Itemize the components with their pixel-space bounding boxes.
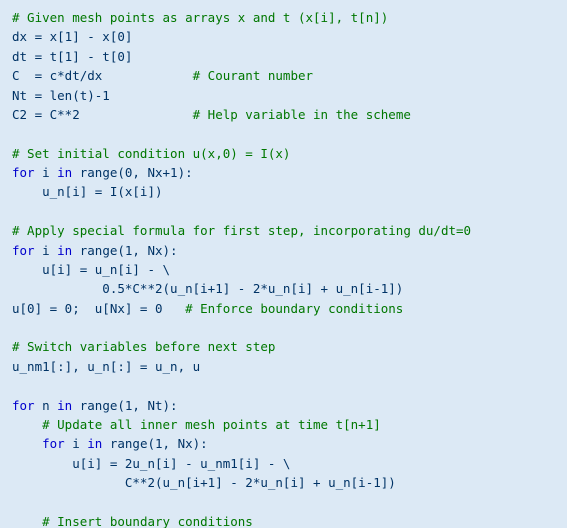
code-line-24: u[i] = 2u_n[i] - u_nm1[i] - \ <box>12 456 290 471</box>
code-line-10: u_n[i] = I(x[i]) <box>12 184 163 199</box>
comment-line-27: # Insert boundary conditions <box>12 514 253 528</box>
code-line-3: dt = t[1] - t[0] <box>12 49 132 64</box>
code-line-23: for i in range(1, Nx): <box>12 436 208 451</box>
code-line-9: for i in range(0, Nx+1): <box>12 165 193 180</box>
comment-line-1: # Given mesh points as arrays x and t (x… <box>12 10 388 25</box>
code-line-13: for i in range(1, Nx): <box>12 243 178 258</box>
code-container: # Given mesh points as arrays x and t (x… <box>0 0 567 528</box>
code-line-6: C2 = C**2 # Help variable in the scheme <box>12 107 411 122</box>
code-line-4: C = c*dt/dx # Courant number <box>12 68 313 83</box>
code-line-14: u[i] = u_n[i] - \ <box>12 262 170 277</box>
code-line-16: u[0] = 0; u[Nx] = 0 # Enforce boundary c… <box>12 301 403 316</box>
comment-line-12: # Apply special formula for first step, … <box>12 223 471 238</box>
code-line-5: Nt = len(t)-1 <box>12 88 110 103</box>
code-line-2: dx = x[1] - x[0] <box>12 29 132 44</box>
comment-line-8: # Set initial condition u(x,0) = I(x) <box>12 146 290 161</box>
comment-line-18: # Switch variables before next step <box>12 339 275 354</box>
code-line-19: u_nm1[:], u_n[:] = u_n, u <box>12 359 200 374</box>
code-line-25: C**2(u_n[i+1] - 2*u_n[i] + u_n[i-1]) <box>12 475 396 490</box>
code-line-15: 0.5*C**2(u_n[i+1] - 2*u_n[i] + u_n[i-1]) <box>12 281 403 296</box>
code-block: # Given mesh points as arrays x and t (x… <box>12 8 555 528</box>
code-line-21: for n in range(1, Nt): <box>12 398 178 413</box>
comment-line-22: # Update all inner mesh points at time t… <box>12 417 381 432</box>
